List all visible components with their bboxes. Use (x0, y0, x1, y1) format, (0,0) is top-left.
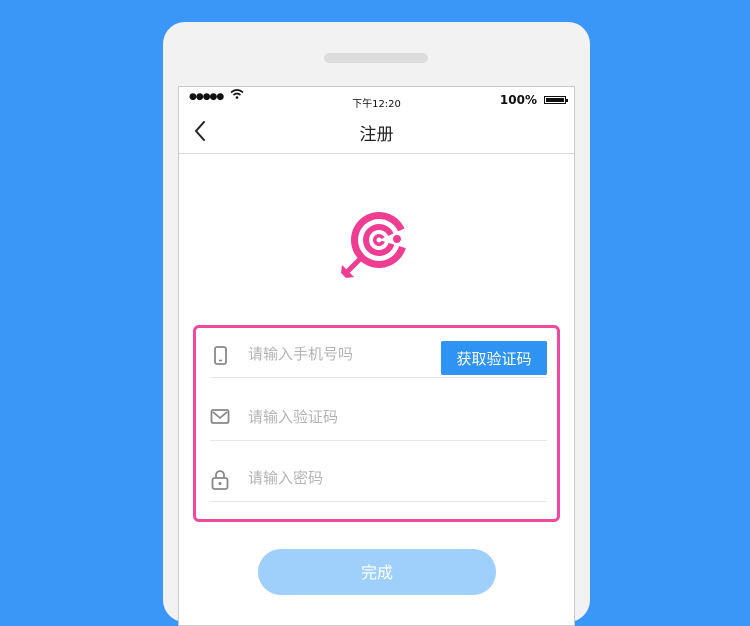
lock-icon (210, 469, 230, 495)
verification-code-input[interactable] (248, 403, 438, 431)
battery-percentage: 100% (499, 93, 537, 107)
status-bar: ●●●●● 下午12:20 100% (179, 87, 574, 111)
phone-speaker (324, 53, 428, 63)
page-title: 注册 (359, 125, 394, 145)
phone-icon (210, 345, 230, 371)
phone-mockup: ●●●●● 下午12:20 100% 注册 请输入手机号吗 获取验证码 请输入验… (163, 22, 590, 626)
envelope-icon (210, 408, 230, 430)
done-button[interactable]: 完成 (258, 549, 496, 595)
nav-bar: 注册 (179, 111, 574, 154)
phone-screen: ●●●●● 下午12:20 100% 注册 请输入手机号吗 获取验证码 请输入验… (178, 86, 575, 626)
get-code-button[interactable]: 获取验证码 (441, 341, 547, 375)
phone-input[interactable] (248, 340, 438, 368)
phone-row: 获取验证码 (210, 330, 547, 378)
register-form: 获取验证码 (193, 325, 560, 522)
password-row (210, 454, 547, 502)
app-logo (332, 205, 412, 289)
code-row (210, 393, 547, 441)
battery-icon (544, 96, 568, 104)
password-input[interactable] (248, 464, 438, 492)
